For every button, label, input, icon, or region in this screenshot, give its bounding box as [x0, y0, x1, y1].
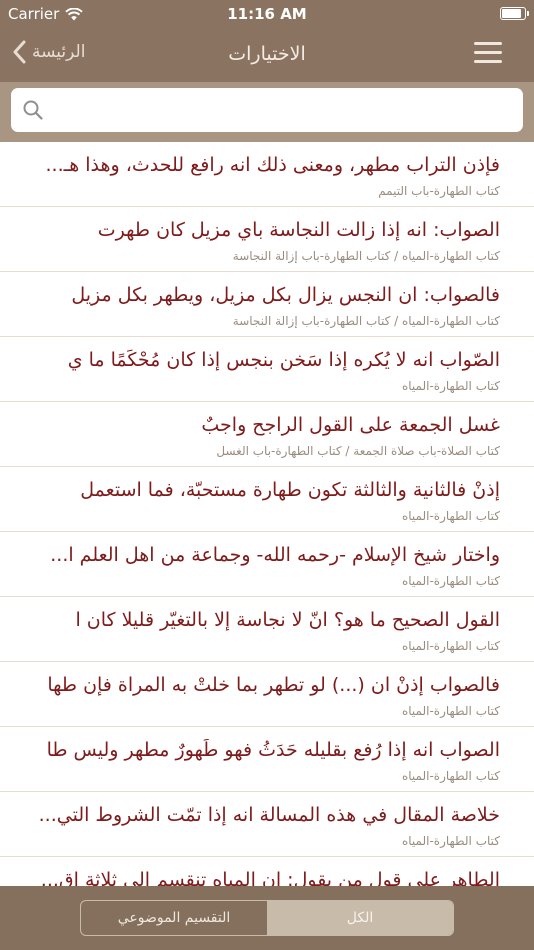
clock: 11:16 AM	[227, 5, 307, 23]
segmented-control: التقسيم الموضوعي الكل	[80, 900, 454, 936]
item-text: فالصواب إذنْ ان (...) لو تطهر بما خلتْ ب…	[47, 674, 500, 696]
list-item[interactable]: إذنْ فالثانية والثالثة تكون طهارة مستحبّ…	[0, 467, 534, 532]
list-item[interactable]: الطاهر على قول من يقول: إن المياه تنقسم …	[0, 857, 534, 886]
list-item[interactable]: فالصواب إذنْ ان (...) لو تطهر بما خلتْ ب…	[0, 662, 534, 727]
item-source: كتاب الطهارة-المياه	[401, 639, 500, 653]
item-text: الصواب انه إذا رُفع بقليله حَدَثُ فهو طَ…	[46, 739, 500, 761]
list-item[interactable]: الصواب: انه إذا زالت النجاسة باي مزيل كا…	[0, 207, 534, 272]
status-bar: Carrier 11:16 AM	[0, 0, 534, 28]
battery-icon	[500, 7, 529, 20]
search-icon	[23, 100, 43, 120]
item-source: كتاب الطهارة-المياه	[401, 379, 500, 393]
item-text: واختار شيخ الإسلام -رحمه الله- وجماعة من…	[50, 544, 500, 566]
list-item[interactable]: غسل الجمعة على القول الراجح واجبٌ كتاب ال…	[0, 402, 534, 467]
item-text: خلاصة المقال في هذه المسالة انه إذا تمّت…	[38, 804, 500, 826]
navigation-bar: الرئيسة الاختيارات	[0, 28, 534, 82]
item-source: كتاب الطهارة-المياه	[401, 574, 500, 588]
item-text: إذنْ فالثانية والثالثة تكون طهارة مستحبّ…	[80, 479, 500, 501]
list-item[interactable]: فإذن التراب مطهر، ومعنى ذلك انه رافع للح…	[0, 142, 534, 207]
item-text: الصّواب انه لا يُكره إذا سَخن بنجسٍ إذا …	[67, 349, 500, 371]
item-text: الطاهر على قول من يقول: إن المياه تنقسم …	[40, 869, 500, 886]
search-bar	[0, 82, 534, 142]
list-item[interactable]: واختار شيخ الإسلام -رحمه الله- وجماعة من…	[0, 532, 534, 597]
item-text: غسل الجمعة على القول الراجح واجبٌ	[201, 414, 500, 436]
item-source: كتاب الطهارة-المياه	[401, 834, 500, 848]
item-source: كتاب الصلاة-باب صلاة الجمعة / كتاب الطها…	[216, 444, 500, 458]
item-source: كتاب الطهارة-المياه	[401, 704, 500, 718]
hamburger-menu-icon[interactable]	[474, 42, 502, 64]
list-item[interactable]: الصواب انه إذا رُفع بقليله حَدَثُ فهو طَ…	[0, 727, 534, 792]
bottom-bar: التقسيم الموضوعي الكل	[0, 886, 534, 950]
item-source: كتاب الطهارة-المياه	[401, 509, 500, 523]
item-text: الصواب: انه إذا زالت النجاسة باي مزيل كا…	[97, 219, 500, 241]
item-text: فالصواب: ان النجس يزال بكل مزيل، ويطهر ب…	[71, 284, 500, 306]
list-item[interactable]: القول الصحيح ما هو؟ انّ لا نجاسة إلا بال…	[0, 597, 534, 662]
tab-topical[interactable]: التقسيم الموضوعي	[81, 901, 267, 935]
item-text: القول الصحيح ما هو؟ انّ لا نجاسة إلا بال…	[75, 609, 500, 631]
list-item[interactable]: فالصواب: ان النجس يزال بكل مزيل، ويطهر ب…	[0, 272, 534, 337]
list-item[interactable]: الصّواب انه لا يُكره إذا سَخن بنجسٍ إذا …	[0, 337, 534, 402]
selections-list: فإذن التراب مطهر، ومعنى ذلك انه رافع للح…	[0, 142, 534, 886]
item-source: كتاب الطهارة-المياه / كتاب الطهارة-باب إ…	[232, 249, 500, 263]
item-source: كتاب الطهارة-المياه	[401, 769, 500, 783]
tab-all[interactable]: الكل	[267, 901, 453, 935]
list-item[interactable]: خلاصة المقال في هذه المسالة انه إذا تمّت…	[0, 792, 534, 857]
search-input[interactable]	[11, 88, 523, 132]
item-text: فإذن التراب مطهر، ومعنى ذلك انه رافع للح…	[45, 154, 500, 176]
page-title: الاختيارات	[228, 43, 306, 65]
item-source: كتاب الطهارة-باب التيمم	[378, 184, 500, 198]
item-source: كتاب الطهارة-المياه / كتاب الطهارة-باب إ…	[232, 314, 500, 328]
